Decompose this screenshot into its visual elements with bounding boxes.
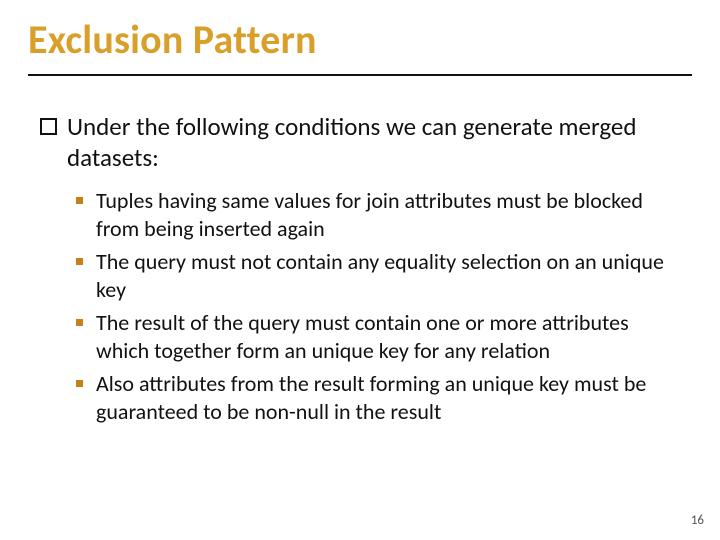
intro-text: Under the following conditions we can ge… bbox=[67, 112, 680, 173]
page-number: 16 bbox=[691, 513, 704, 528]
slide-title: Exclusion Pattern bbox=[28, 18, 692, 62]
square-bullet-icon bbox=[40, 118, 57, 135]
slide-body: Under the following conditions we can ge… bbox=[0, 84, 720, 425]
title-underline bbox=[28, 74, 692, 76]
list-item: The result of the query must contain one… bbox=[76, 309, 680, 364]
list-item: Tuples having same values for join attri… bbox=[76, 187, 680, 242]
intro-item: Under the following conditions we can ge… bbox=[40, 112, 680, 173]
conditions-list: Tuples having same values for join attri… bbox=[40, 187, 680, 425]
slide: Exclusion Pattern Under the following co… bbox=[0, 0, 720, 540]
list-item: The query must not contain any equality … bbox=[76, 248, 680, 303]
list-item: Also attributes from the result forming … bbox=[76, 370, 680, 425]
title-wrap: Exclusion Pattern bbox=[0, 0, 720, 68]
